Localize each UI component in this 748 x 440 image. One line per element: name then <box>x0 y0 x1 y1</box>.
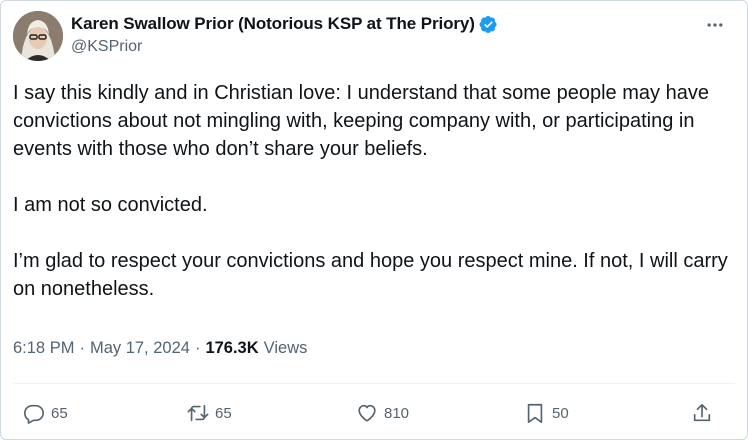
avatar[interactable] <box>13 11 63 61</box>
reply-count: 65 <box>51 404 68 422</box>
views-count: 176.3K <box>205 339 259 357</box>
author-handle[interactable]: @KSPrior <box>71 38 498 56</box>
bookmark-icon <box>527 403 543 423</box>
repost-button[interactable]: 65 <box>187 397 232 429</box>
like-count: 810 <box>384 404 410 422</box>
tweet-date[interactable]: May 17, 2024 <box>90 339 190 358</box>
avatar-image <box>13 11 63 61</box>
share-icon <box>693 403 711 422</box>
tweet-text: I say this kindly and in Christian love:… <box>13 79 733 303</box>
tweet-paragraph: I’m glad to respect your convictions and… <box>13 250 728 300</box>
tweet-header: Karen Swallow Prior (Notorious KSP at Th… <box>13 11 735 63</box>
author-display-name[interactable]: Karen Swallow Prior (Notorious KSP at Th… <box>71 14 475 34</box>
more-dots-icon <box>707 23 723 27</box>
tweet-paragraph: I am not so convicted. <box>13 194 208 216</box>
tweet-time[interactable]: 6:18 PM <box>13 339 74 358</box>
repost-icon <box>187 404 209 422</box>
verified-badge-icon[interactable] <box>479 15 498 34</box>
bookmark-button[interactable]: 50 <box>524 397 569 429</box>
reply-icon <box>24 404 44 424</box>
divider <box>13 383 735 384</box>
share-button[interactable] <box>691 397 713 429</box>
views-label: Views <box>263 339 308 357</box>
meta-separator: · <box>194 339 201 357</box>
repost-count: 65 <box>215 404 232 422</box>
bookmark-count: 50 <box>552 404 569 422</box>
name-row: Karen Swallow Prior (Notorious KSP at Th… <box>71 13 498 35</box>
author-names: Karen Swallow Prior (Notorious KSP at Th… <box>71 13 498 56</box>
tweet-paragraph: I say this kindly and in Christian love:… <box>13 82 709 160</box>
more-options-button[interactable] <box>697 11 733 39</box>
meta-separator: · <box>79 339 85 357</box>
action-bar: 65 65 810 50 <box>1 397 747 429</box>
tweet-meta: 6:18 PM · May 17, 2024 · 176.3K Views <box>13 339 307 358</box>
reply-button[interactable]: 65 <box>23 397 68 429</box>
tweet-card: Karen Swallow Prior (Notorious KSP at Th… <box>0 0 748 440</box>
like-button[interactable]: 810 <box>356 397 409 429</box>
heart-icon <box>358 404 376 422</box>
